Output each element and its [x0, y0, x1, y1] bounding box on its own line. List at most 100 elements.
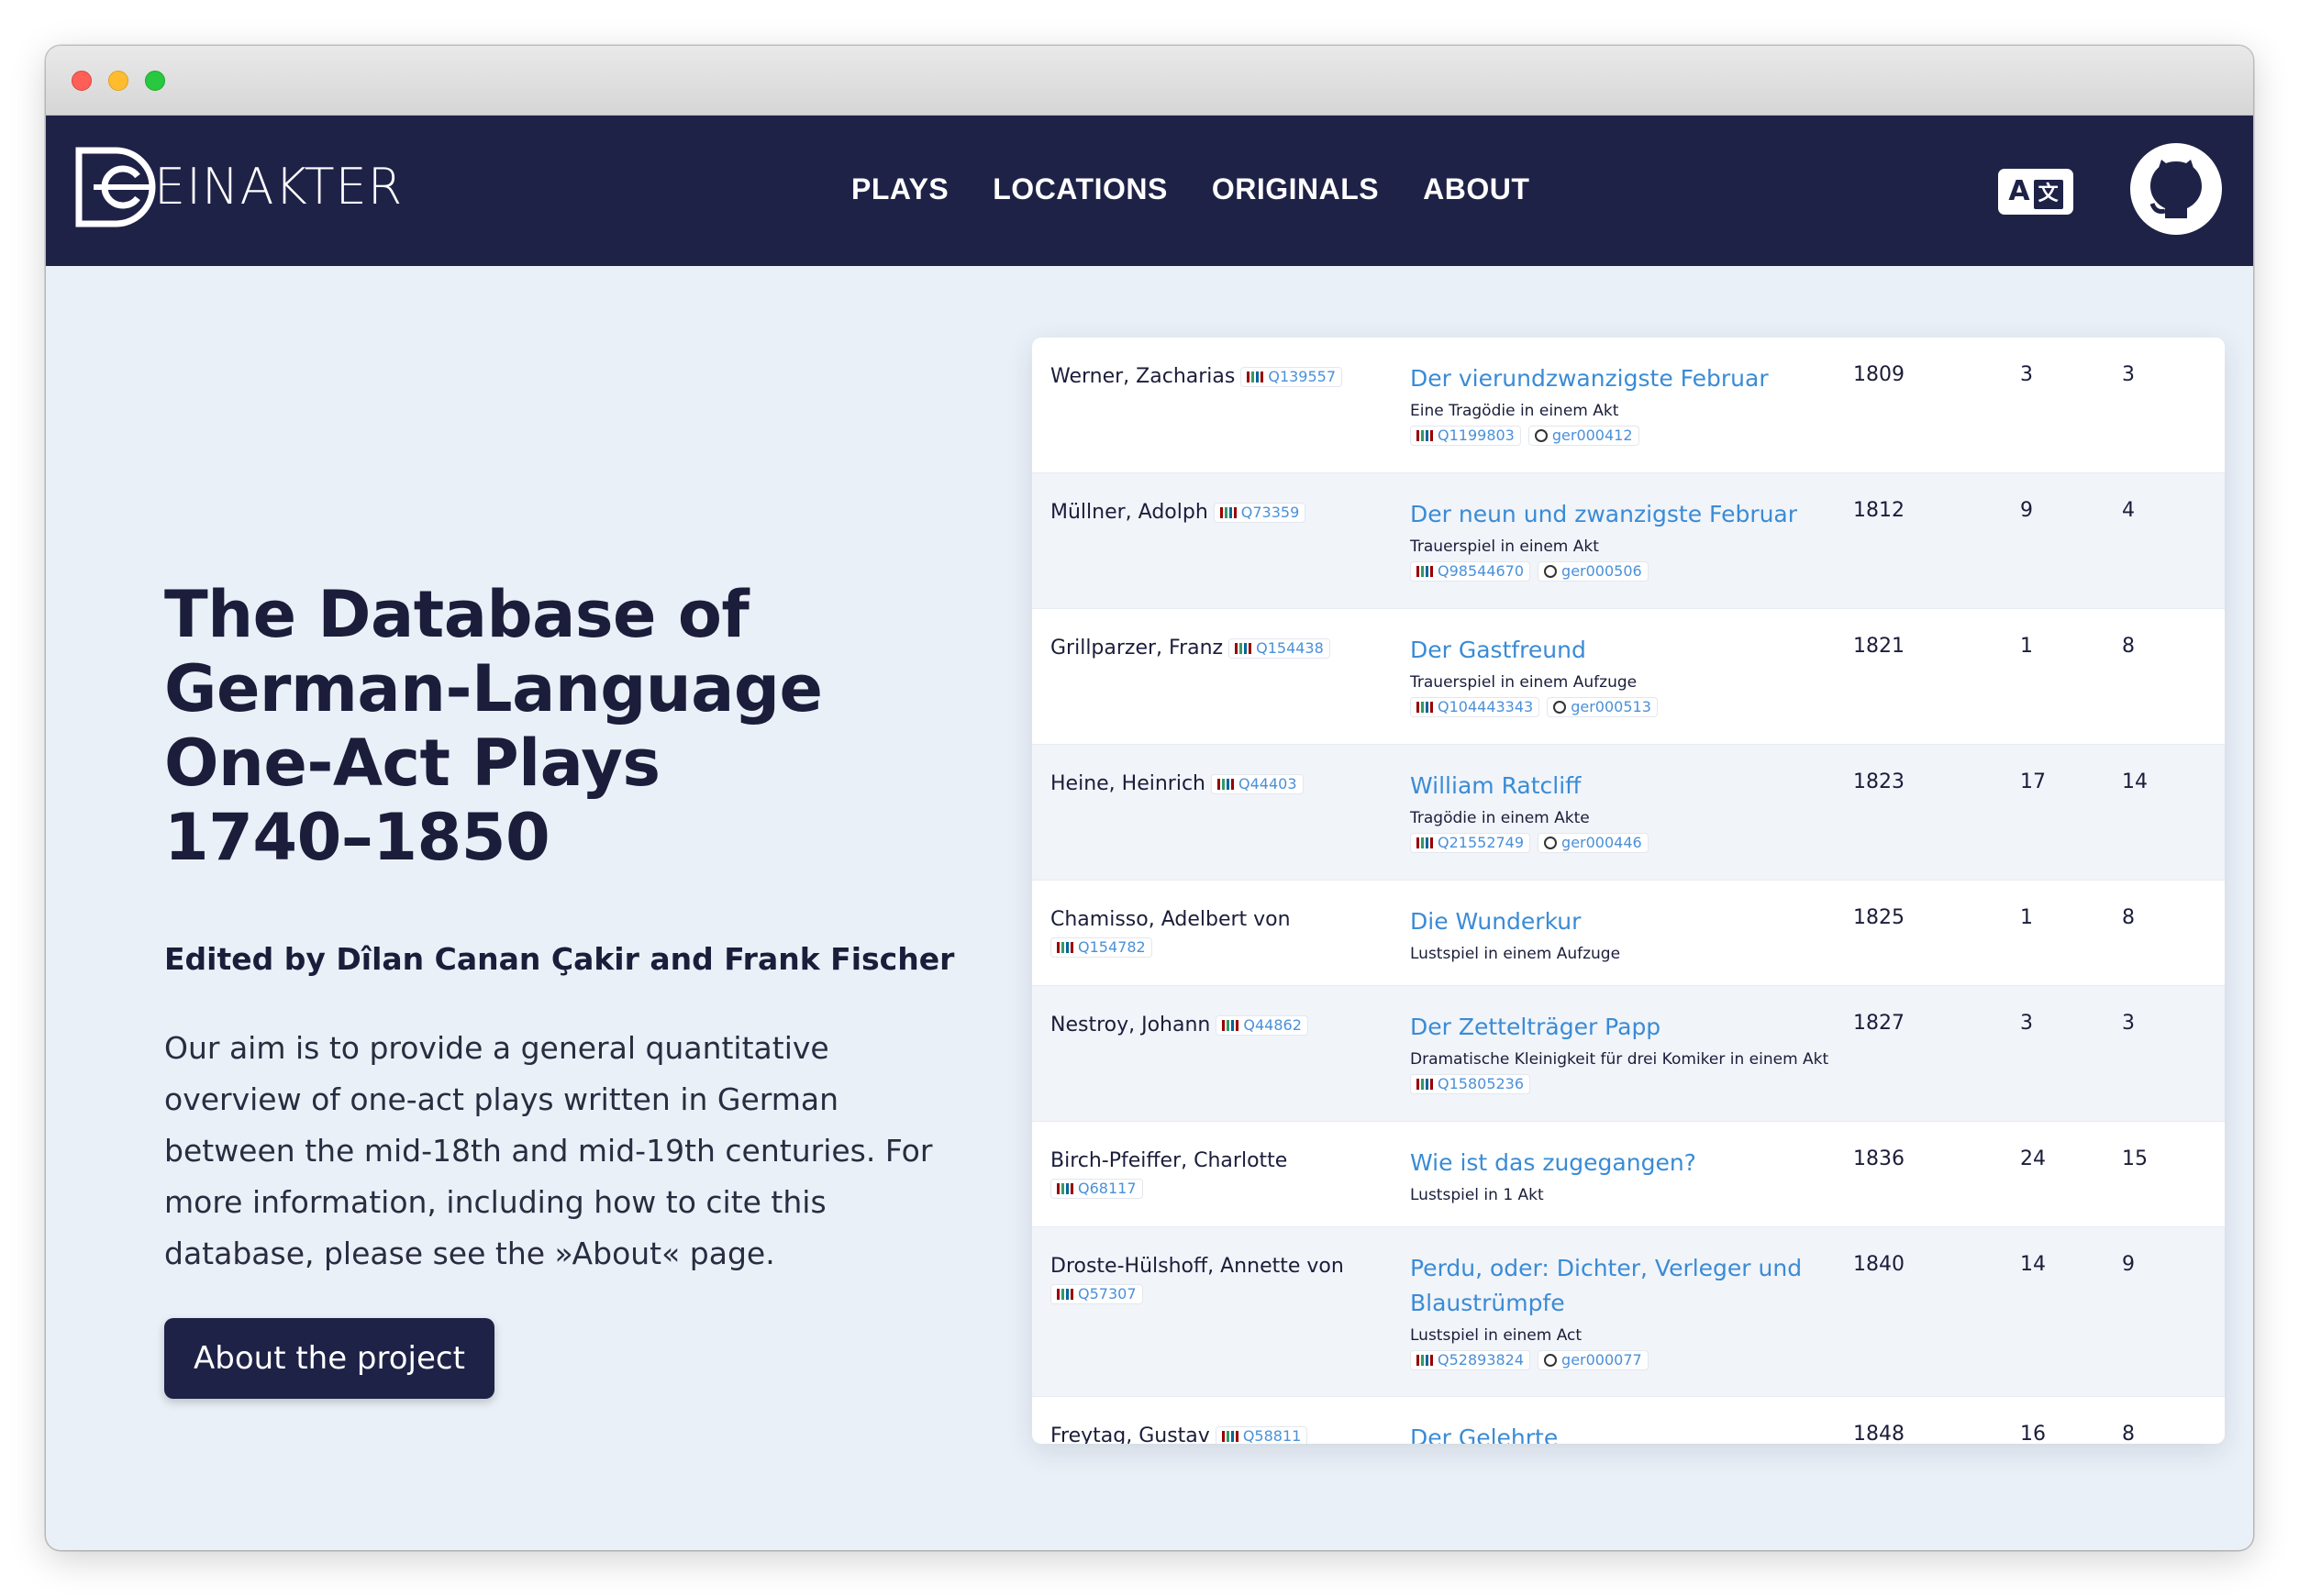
badge-id[interactable]: ger000077	[1561, 1350, 1642, 1370]
count-cell: 4	[2122, 499, 2135, 522]
count-cell: 24	[2020, 1147, 2046, 1170]
play-ids: Q98544670 ger000506	[1410, 561, 1832, 582]
badge-id[interactable]: ger000412	[1552, 426, 1633, 446]
nav-about[interactable]: ABOUT	[1423, 172, 1529, 206]
play-title-link[interactable]: Die Wunderkur	[1410, 904, 1832, 939]
badge-id[interactable]: Q98544670	[1438, 561, 1524, 582]
wikidata-icon	[1247, 371, 1264, 382]
textgrid-icon	[1553, 701, 1567, 714]
wikidata-badge[interactable]: Q154438	[1228, 638, 1330, 659]
badge-id[interactable]: Q52893824	[1438, 1350, 1524, 1370]
author-name[interactable]: Chamisso, Adelbert von	[1050, 908, 1291, 931]
textgrid-badge[interactable]: ger000077	[1538, 1350, 1649, 1370]
badge-id[interactable]: Q154782	[1078, 937, 1146, 958]
minimize-window-button[interactable]	[108, 71, 128, 91]
play-title-link[interactable]: Der Zettelträger Papp	[1410, 1010, 1832, 1045]
badge-id[interactable]: Q139557	[1268, 367, 1336, 387]
language-switch-button[interactable]: A文	[1998, 169, 2073, 215]
play-ids: Q21552749 ger000446	[1410, 833, 1832, 853]
textgrid-badge[interactable]: ger000412	[1527, 426, 1639, 446]
wikidata-badge[interactable]: Q21552749	[1410, 833, 1531, 853]
textgrid-badge[interactable]: ger000506	[1538, 561, 1649, 582]
wikidata-badge[interactable]: Q139557	[1240, 367, 1343, 387]
play-title-link[interactable]: Der Gelehrte	[1410, 1421, 1832, 1444]
author-name[interactable]: Nestroy, Johann	[1050, 1014, 1210, 1036]
author-name[interactable]: Grillparzer, Franz	[1050, 637, 1223, 659]
wikidata-badge[interactable]: Q58811	[1215, 1426, 1308, 1444]
author-name[interactable]: Droste-Hülshoff, Annette von	[1050, 1255, 1344, 1278]
play-title-link[interactable]: Der vierundzwanzigste Februar	[1410, 361, 1832, 396]
wikidata-badge[interactable]: Q73359	[1213, 503, 1306, 523]
wikidata-badge[interactable]: Q52893824	[1410, 1350, 1531, 1370]
author-name[interactable]: Werner, Zacharias	[1050, 365, 1235, 388]
badge-id[interactable]: ger000506	[1561, 561, 1642, 582]
maximize-window-button[interactable]	[145, 71, 165, 91]
hero-section: The Database of German-Language One-Act …	[164, 578, 990, 1399]
title-cell: Der neun und zwanzigste Februar Trauerspi…	[1410, 497, 1832, 582]
badge-id[interactable]: Q21552749	[1438, 833, 1524, 853]
badge-id[interactable]: Q154438	[1256, 638, 1324, 659]
play-title-link[interactable]: William Ratcliff	[1410, 769, 1832, 804]
title-cell: Perdu, oder: Dichter, Verleger und Blaus…	[1410, 1251, 1832, 1370]
badge-id[interactable]: Q44862	[1243, 1015, 1302, 1036]
nav-locations[interactable]: LOCATIONS	[993, 172, 1168, 206]
author-name[interactable]: Freytag, Gustav	[1050, 1424, 1210, 1444]
nav-plays[interactable]: PLAYS	[851, 172, 949, 206]
textgrid-badge[interactable]: ger000513	[1547, 697, 1658, 717]
title-cell: Der Gelehrte	[1410, 1421, 1832, 1444]
author-cell: Nestroy, Johann Q44862	[1050, 1012, 1399, 1039]
play-title-link[interactable]: Wie ist das zugegangen?	[1410, 1146, 1832, 1180]
badge-id[interactable]: ger000513	[1571, 697, 1651, 717]
translate-icon: A文	[2008, 175, 2063, 209]
year-cell: 1821	[1853, 635, 1905, 658]
wikidata-icon	[1416, 1079, 1433, 1090]
wikidata-badge[interactable]: Q154782	[1050, 937, 1152, 958]
badge-id[interactable]: Q57307	[1078, 1284, 1137, 1304]
einakter-logo-icon	[75, 147, 156, 227]
count-cell: 8	[2122, 1423, 2135, 1444]
site-logo[interactable]: EINAKTER	[73, 145, 403, 229]
count-cell: 15	[2122, 1147, 2148, 1170]
wikidata-badge[interactable]: Q15805236	[1410, 1074, 1531, 1094]
wikidata-badge[interactable]: Q68117	[1050, 1179, 1143, 1199]
badge-id[interactable]: Q58811	[1243, 1426, 1302, 1444]
wikidata-icon	[1416, 430, 1433, 441]
wikidata-badge[interactable]: Q98544670	[1410, 561, 1531, 582]
main-content: The Database of German-Language One-Act …	[46, 266, 2253, 1550]
wikidata-badge[interactable]: Q1199803	[1410, 426, 1521, 446]
author-name[interactable]: Birch-Pfeiffer, Charlotte	[1050, 1149, 1287, 1172]
table-row: Nestroy, Johann Q44862 Der Zettelträger Pa…	[1032, 986, 2225, 1122]
close-window-button[interactable]	[72, 71, 92, 91]
textgrid-badge[interactable]: ger000446	[1538, 833, 1649, 853]
play-subtitle: Lustspiel in einem Aufzuge	[1410, 945, 1621, 963]
badge-id[interactable]: Q1199803	[1438, 426, 1515, 446]
about-project-button[interactable]: About the project	[164, 1318, 494, 1399]
author-name[interactable]: Müllner, Adolph	[1050, 501, 1208, 524]
wikidata-badge[interactable]: Q44403	[1211, 774, 1304, 794]
play-subtitle: Eine Tragödie in einem Akt	[1410, 402, 1619, 420]
wikidata-icon	[1416, 1355, 1433, 1366]
wikidata-badge[interactable]: Q57307	[1050, 1284, 1143, 1304]
author-cell: Chamisso, Adelbert von Q154782	[1050, 906, 1399, 961]
author-cell: Droste-Hülshoff, Annette von Q57307	[1050, 1253, 1399, 1308]
count-cell: 1	[2020, 635, 2033, 658]
badge-id[interactable]: Q73359	[1241, 503, 1300, 523]
badge-id[interactable]: Q68117	[1078, 1179, 1137, 1199]
badge-id[interactable]: ger000446	[1561, 833, 1642, 853]
textgrid-icon	[1544, 837, 1558, 849]
play-title-link[interactable]: Der neun und zwanzigste Februar	[1410, 497, 1832, 532]
table-row: Werner, Zacharias Q139557 Der vierundzwanz…	[1032, 338, 2225, 473]
nav-originals[interactable]: ORIGINALS	[1212, 172, 1379, 206]
github-icon[interactable]	[2130, 143, 2222, 235]
play-title-link[interactable]: Der Gastfreund	[1410, 633, 1832, 668]
play-title-link[interactable]: Perdu, oder: Dichter, Verleger und Blaus…	[1410, 1251, 1832, 1321]
badge-id[interactable]: Q15805236	[1438, 1074, 1524, 1094]
badge-id[interactable]: Q44403	[1238, 774, 1297, 794]
wikidata-badge[interactable]: Q104443343	[1410, 697, 1540, 717]
badge-id[interactable]: Q104443343	[1438, 697, 1533, 717]
author-name[interactable]: Heine, Heinrich	[1050, 772, 1205, 795]
wikidata-icon	[1235, 643, 1252, 654]
count-cell: 3	[2122, 1012, 2135, 1035]
wikidata-badge[interactable]: Q44862	[1216, 1015, 1308, 1036]
browser-window: EINAKTER PLAYS LOCATIONS ORIGINALS ABOUT…	[46, 46, 2253, 1550]
